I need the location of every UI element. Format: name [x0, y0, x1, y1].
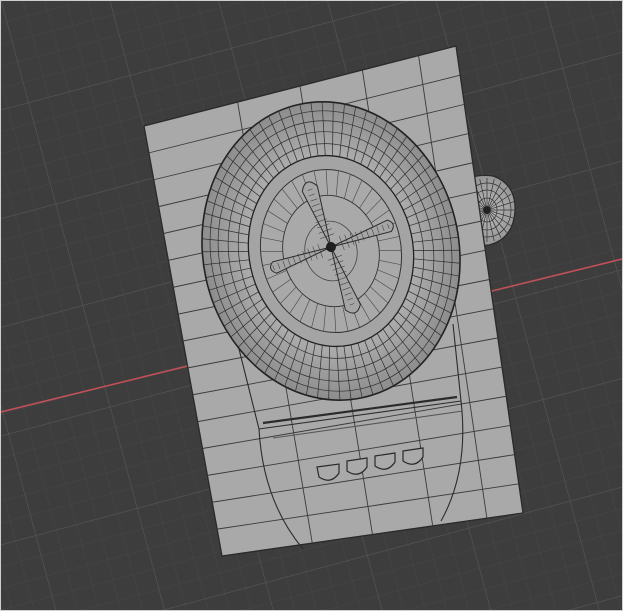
3d-viewport[interactable] — [1, 1, 622, 610]
viewport-frame — [0, 0, 623, 611]
